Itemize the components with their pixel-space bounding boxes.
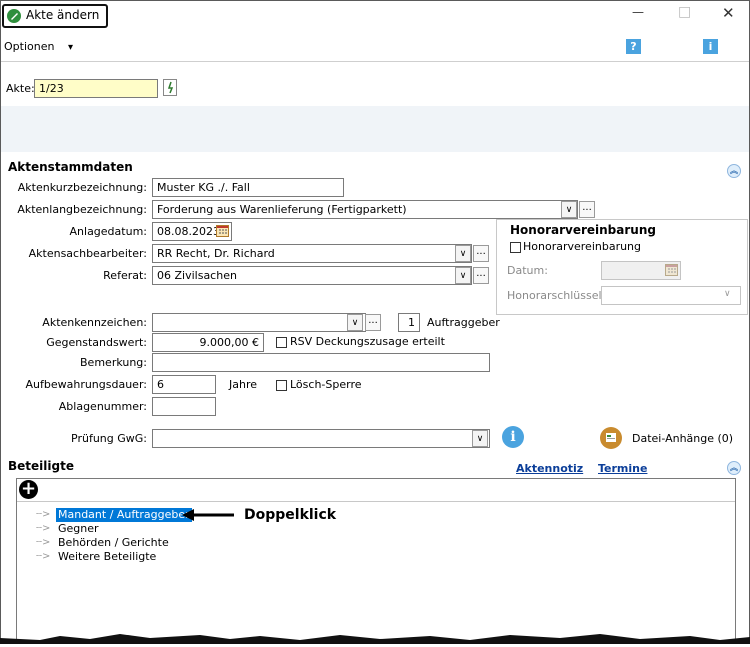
aufbewahrung-field[interactable]: 6 [152, 375, 216, 394]
jahre-label: Jahre [229, 378, 258, 391]
header-band [1, 106, 749, 152]
gwg-field[interactable] [152, 429, 490, 448]
honorar-calendar-icon[interactable] [665, 264, 678, 276]
langbezeichnung-more[interactable]: ... [579, 201, 595, 218]
langbezeichnung-label: Aktenlangbezeichnung: [17, 203, 147, 216]
tree-connector: ┄> [36, 523, 51, 534]
sachbearbeiter-label: Aktensachbearbeiter: [28, 247, 147, 260]
torn-edge [0, 628, 750, 644]
collapse-up-icon[interactable]: ︽ [727, 164, 741, 178]
honorar-schluessel-dropdown[interactable]: ∨ [724, 289, 731, 299]
gegenstandswert-field[interactable]: 9.000,00 € [152, 333, 264, 352]
rsv-label: RSV Deckungszusage erteilt [290, 335, 445, 348]
app-icon [7, 9, 21, 23]
kennzeichen-more[interactable]: ... [365, 314, 381, 331]
aufbewahrung-label: Aufbewahrungsdauer: [25, 378, 147, 391]
gwg-info-icon[interactable]: i [502, 426, 524, 448]
options-menu-label: Optionen [4, 40, 55, 53]
annotation-arrow-icon [180, 508, 236, 525]
attachments-label[interactable]: Datei-Anhänge (0) [632, 432, 733, 446]
bemerkung-label: Bemerkung: [80, 356, 147, 369]
anlagedatum-value: 08.08.2023 [157, 225, 220, 238]
gwg-label: Prüfung GwG: [71, 432, 147, 445]
beteiligte-title: Beteiligte [8, 459, 74, 473]
langbezeichnung-field[interactable]: Forderung aus Warenlieferung (Fertigpark… [152, 200, 578, 219]
kurzbezeichnung-field[interactable]: Muster KG ./. Fall [152, 178, 344, 197]
sachbearbeiter-field[interactable]: RR Recht, Dr. Richard [152, 244, 472, 263]
honorar-schluessel-field[interactable] [601, 286, 741, 305]
kurzbezeichnung-label: Aktenkurzbezeichnung: [17, 181, 147, 194]
help-icon[interactable]: ? [626, 39, 641, 54]
referat-more[interactable]: ... [473, 267, 489, 284]
honorar-title: Honorarvereinbarung [510, 223, 656, 237]
menu-separator [1, 61, 749, 62]
pin-icon[interactable] [163, 79, 177, 96]
kennzeichen-field[interactable] [152, 313, 366, 332]
auftraggeber-label: Auftraggeber [427, 316, 500, 329]
close-button[interactable]: ✕ [722, 4, 735, 22]
referat-label: Referat: [103, 269, 147, 282]
beteiligte-collapse-icon[interactable]: ︽ [727, 461, 741, 475]
tree-separator [17, 501, 735, 502]
aktennotiz-link[interactable]: Aktennotiz [516, 462, 583, 475]
sachbearbeiter-more[interactable]: ... [473, 245, 489, 262]
loesch-checkbox[interactable] [276, 380, 287, 391]
tree-connector: ┄> [36, 509, 51, 520]
akte-label: Akte: [6, 82, 35, 95]
referat-field[interactable]: 06 Zivilsachen [152, 266, 472, 285]
info-icon[interactable]: i [703, 39, 718, 54]
tree-connector: ┄> [36, 551, 51, 562]
anlagedatum-label: Anlagedatum: [69, 225, 147, 238]
window-title: Akte ändern [26, 8, 100, 22]
honorar-checkbox-label: Honorarvereinbarung [523, 240, 642, 253]
annotation-text: Doppelklick [244, 507, 337, 523]
attachment-icon[interactable] [600, 427, 622, 449]
ablagenummer-label: Ablagenummer: [58, 400, 147, 413]
gegenstandswert-label: Gegenstandswert: [0, 336, 147, 350]
rsv-checkbox[interactable] [276, 337, 287, 348]
chevron-down-icon: ▾ [67, 42, 73, 53]
tree-connector: ┄> [36, 537, 51, 548]
referat-dropdown[interactable]: ∨ [455, 267, 471, 284]
termine-link[interactable]: Termine [598, 462, 647, 475]
akte-field[interactable]: 1/23 [34, 79, 158, 98]
tree-item-gegner[interactable]: Gegner [58, 522, 99, 536]
loesch-label: Lösch-Sperre [290, 378, 362, 391]
gwg-dropdown[interactable]: ∨ [472, 430, 488, 447]
tree-item-weitere[interactable]: Weitere Beteiligte [58, 550, 156, 564]
stammdaten-title: Aktenstammdaten [8, 160, 133, 174]
kennzeichen-dropdown[interactable]: ∨ [347, 314, 363, 331]
sachbearbeiter-dropdown[interactable]: ∨ [455, 245, 471, 262]
bemerkung-field[interactable] [152, 353, 490, 372]
kennzeichen-label: Aktenkennzeichen: [42, 316, 147, 329]
add-icon[interactable]: + [19, 480, 38, 499]
options-menu[interactable]: Optionen ▾ [4, 40, 73, 56]
langbezeichnung-dropdown[interactable]: ∨ [561, 201, 577, 218]
minimize-button[interactable]: — [632, 5, 644, 19]
calendar-icon[interactable] [216, 225, 229, 237]
ablagenummer-field[interactable] [152, 397, 216, 416]
honorar-checkbox[interactable] [510, 242, 521, 253]
tree-item-behoerden[interactable]: Behörden / Gerichte [58, 536, 169, 550]
gegenstandswert-label-text: Gegenstandswert: [46, 336, 147, 349]
tree-item-mandant[interactable]: Mandant / Auftraggeber [56, 508, 192, 522]
maximize-button[interactable]: □ [678, 4, 691, 20]
honorar-datum-label: Datum: [507, 264, 548, 277]
honorar-schluessel-label: Honorarschlüssel: [507, 289, 606, 302]
auftraggeber-count: 1 [398, 313, 420, 332]
